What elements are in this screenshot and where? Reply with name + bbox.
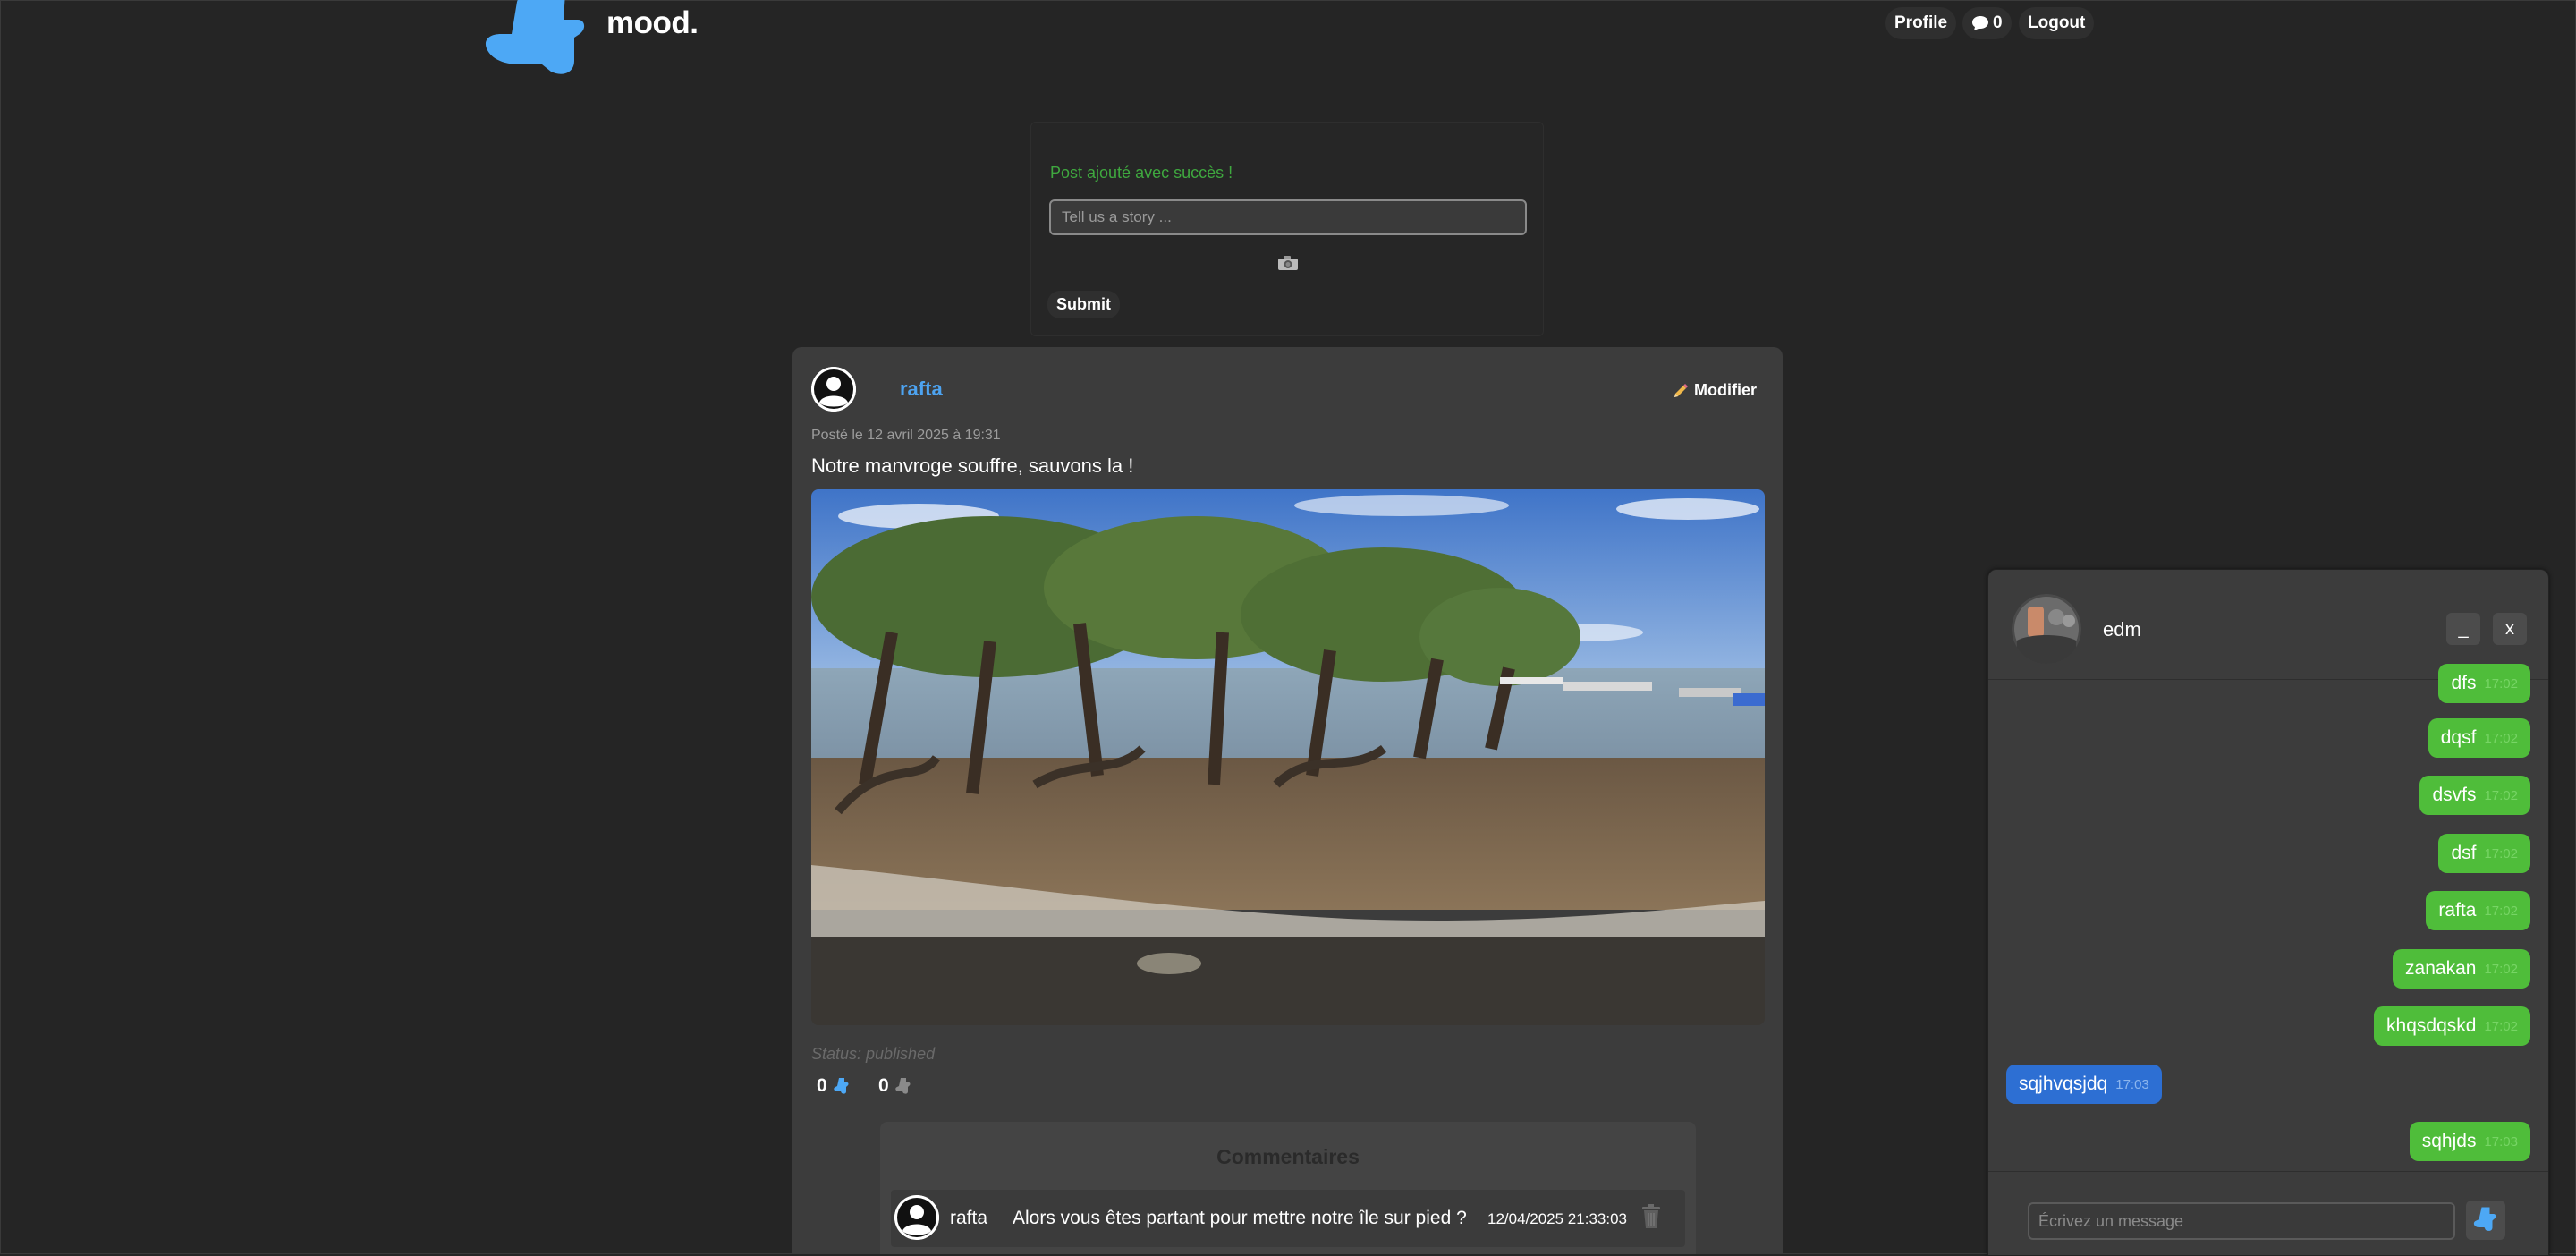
edit-button[interactable]: Modifier bbox=[1673, 381, 1757, 400]
comment-avatar[interactable] bbox=[894, 1195, 939, 1240]
brand-name[interactable]: mood. bbox=[606, 5, 699, 41]
comments-title: Commentaires bbox=[1216, 1145, 1360, 1168]
dislike-count: 0 bbox=[878, 1075, 889, 1096]
chat-message: dfs 17:02 bbox=[2438, 664, 2530, 703]
new-post-form: Post ajouté avec succès ! Submit bbox=[1030, 122, 1544, 336]
message-time: 17:03 bbox=[2115, 1076, 2149, 1092]
message-count: 0 bbox=[1993, 13, 2003, 32]
chat-message: dqsf 17:02 bbox=[2428, 718, 2530, 758]
chat-send-button[interactable] bbox=[2466, 1201, 2505, 1240]
chat-minimize-button[interactable]: _ bbox=[2446, 613, 2480, 645]
post-content: Notre manvroge souffre, sauvons la ! bbox=[811, 454, 1134, 477]
chat-message: rafta 17:02 bbox=[2426, 891, 2530, 930]
post-card: rafta Modifier Posté le 12 avril 2025 à … bbox=[792, 347, 1783, 1254]
pencil-icon bbox=[1674, 383, 1688, 397]
message-text: dsvfs bbox=[2432, 785, 2477, 805]
chat-window: edm _ x dfs 17:02 dqsf 17:02 dsvfs 17:02… bbox=[1987, 569, 2549, 1256]
message-time: 17:02 bbox=[2484, 1018, 2518, 1034]
avatar[interactable] bbox=[811, 367, 856, 412]
story-input[interactable] bbox=[1049, 199, 1527, 235]
chat-bubble-icon bbox=[1972, 16, 1988, 30]
message-time: 17:02 bbox=[2484, 675, 2518, 692]
message-time: 17:02 bbox=[2484, 787, 2518, 803]
chat-message: khqsdqskd 17:02 bbox=[2374, 1006, 2530, 1046]
mood-logo[interactable] bbox=[485, 0, 601, 82]
chat-messages: dfs 17:02 dqsf 17:02 dsvfs 17:02 dsf 17:… bbox=[1988, 664, 2548, 1161]
like-count: 0 bbox=[817, 1075, 827, 1096]
success-message: Post ajouté avec succès ! bbox=[1050, 164, 1233, 182]
edit-label: Modifier bbox=[1694, 381, 1757, 399]
post-date: Posté le 12 avril 2025 à 19:31 bbox=[811, 428, 1001, 443]
chat-contact-avatar[interactable] bbox=[2012, 594, 2081, 664]
message-text: sqhjds bbox=[2421, 1131, 2477, 1151]
like-button[interactable]: 0 bbox=[817, 1075, 851, 1097]
nav-logout-link[interactable]: Logout bbox=[2019, 7, 2095, 39]
message-text: rafta bbox=[2438, 900, 2477, 921]
message-text: dsf bbox=[2451, 843, 2477, 863]
nav-messages-link[interactable]: 0 bbox=[1962, 7, 2012, 39]
message-time: 17:02 bbox=[2484, 961, 2518, 977]
dislike-button[interactable]: 0 bbox=[878, 1075, 912, 1097]
chat-close-button[interactable]: x bbox=[2493, 613, 2527, 645]
nav-profile-link[interactable]: Profile bbox=[1885, 7, 1957, 39]
message-time: 17:03 bbox=[2484, 1133, 2518, 1150]
message-time: 17:02 bbox=[2484, 845, 2518, 861]
mood-like-icon bbox=[833, 1078, 849, 1094]
mood-dislike-icon bbox=[894, 1078, 911, 1094]
chat-message: sqjhvqsjdq 17:03 bbox=[2006, 1065, 2162, 1104]
post-image bbox=[811, 489, 1765, 1025]
chat-contact-name: edm bbox=[2103, 618, 2141, 641]
user-avatar-icon bbox=[894, 1195, 939, 1240]
chat-message: zanakan 17:02 bbox=[2393, 949, 2530, 989]
message-time: 17:02 bbox=[2484, 730, 2518, 746]
camera-icon[interactable] bbox=[1277, 255, 1299, 271]
submit-button[interactable]: Submit bbox=[1047, 291, 1120, 318]
message-text: dfs bbox=[2451, 673, 2477, 693]
send-icon bbox=[2473, 1207, 2496, 1231]
chat-message-input[interactable] bbox=[2028, 1202, 2455, 1240]
chat-message: dsf 17:02 bbox=[2438, 834, 2530, 873]
message-text: sqjhvqsjdq bbox=[2019, 1074, 2108, 1094]
comment-date: 12/04/2025 21:33:03 bbox=[1487, 1210, 1627, 1227]
chat-footer bbox=[1988, 1171, 2548, 1255]
comment-item: rafta Alors vous êtes partant pour mettr… bbox=[891, 1190, 1685, 1247]
chat-message: sqhjds 17:03 bbox=[2409, 1122, 2530, 1161]
comment-text: Alors vous êtes partant pour mettre notr… bbox=[1013, 1208, 1467, 1228]
message-time: 17:02 bbox=[2484, 903, 2518, 919]
message-text: dqsf bbox=[2440, 727, 2477, 748]
comments-section: Commentaires rafta Alors vous êtes parta… bbox=[880, 1122, 1696, 1254]
chat-message: dsvfs 17:02 bbox=[2419, 776, 2530, 815]
post-status: Status: published bbox=[811, 1045, 936, 1063]
trash-icon[interactable] bbox=[1640, 1204, 1662, 1229]
message-text: khqsdqskd bbox=[2386, 1015, 2477, 1036]
message-text: zanakan bbox=[2405, 958, 2477, 979]
post-author[interactable]: rafta bbox=[900, 378, 943, 401]
user-avatar-icon bbox=[811, 367, 856, 412]
comment-author[interactable]: rafta bbox=[950, 1208, 987, 1229]
